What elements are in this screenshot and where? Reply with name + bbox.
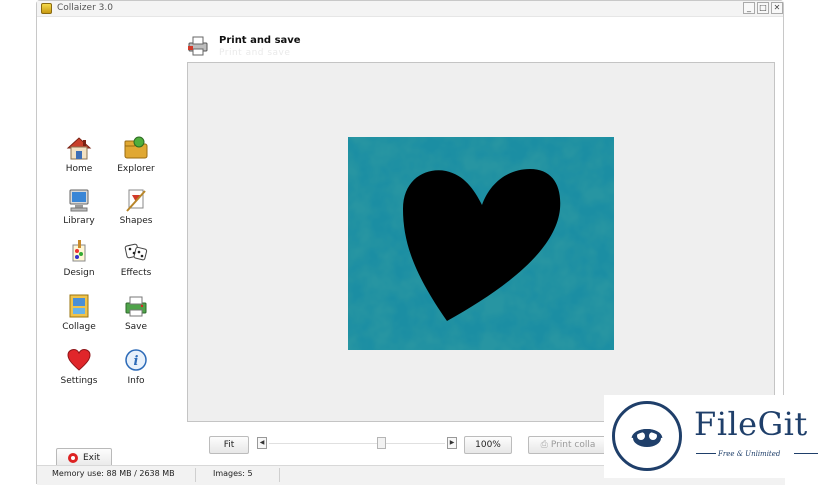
info-icon: i [123,347,149,373]
collage-canvas [187,62,775,422]
print-icon: ⎙ [540,440,548,450]
page-title: Print and save [219,35,301,46]
paint-brush-icon [66,239,92,265]
print-collage-button[interactable]: ⎙ Print colla [528,436,608,454]
print-collage-label: Print colla [550,440,596,450]
sidebar-item-effects[interactable]: Effects [106,239,166,287]
slider-left-arrow[interactable]: ◀ [257,437,267,449]
status-divider [195,468,196,482]
collage-preview[interactable] [348,137,614,350]
sidebar-item-design[interactable]: Design [49,239,109,287]
slider-right-arrow[interactable]: ▶ [447,437,457,449]
page-subtitle: Print and save [219,48,291,58]
sidebar-item-label: Library [63,216,95,226]
window-title: Collaizer 3.0 [57,3,113,13]
exit-icon [67,453,78,463]
minimize-button[interactable]: _ [743,2,755,14]
sidebar-item-explorer[interactable]: Explorer [106,135,166,183]
sidebar-item-label: Settings [60,376,98,386]
sidebar-item-home[interactable]: Home [49,135,109,183]
images-count: Images: 5 [213,469,253,478]
folder-explorer-icon [123,135,149,161]
fit-button[interactable]: Fit [209,436,249,454]
watermark-tagline: Free & Unlimited [718,450,781,458]
svg-text:i: i [134,354,139,369]
sidebar-item-collage[interactable]: Collage [49,293,109,341]
monitor-library-icon [66,187,92,213]
exit-label: Exit [82,453,101,463]
status-divider [279,468,280,482]
sidebar-item-library[interactable]: Library [49,187,109,235]
shapes-icon [123,187,149,213]
slider-track [269,443,445,444]
watermark: FileGit Free & Unlimited [604,395,826,478]
sidebar-item-settings[interactable]: Settings [49,347,109,395]
sidebar-item-label: Collage [62,322,96,332]
sidebar-item-save[interactable]: Save [106,293,166,341]
tagline-rule [696,453,716,454]
sidebar-item-info[interactable]: i Info [106,347,166,395]
zoom-level-button[interactable]: 100% [464,436,512,454]
close-button[interactable]: ✕ [771,2,783,14]
watermark-brand: FileGit [694,405,808,443]
app-logo-icon [41,3,52,14]
page-header: Print and save Print and save [187,31,777,61]
sidebar-item-label: Save [124,322,148,332]
sidebar-item-label: Effects [120,268,152,278]
memory-usage: Memory use: 88 MB / 2638 MB [52,469,175,478]
tagline-rule [794,453,818,454]
collage-icon [66,293,92,319]
house-icon [66,135,92,161]
sidebar-item-shapes[interactable]: Shapes [106,187,166,235]
maximize-button[interactable]: □ [757,2,769,14]
sidebar: Home Explorer Library Shapes Design Effe… [37,17,187,468]
heart-icon [66,347,92,373]
zoom-slider[interactable]: ◀ ▶ [257,437,457,449]
sidebar-item-label: Design [63,268,95,278]
sidebar-item-label: Home [65,164,93,174]
sidebar-item-label: Explorer [117,164,155,174]
printer-icon [187,34,209,56]
title-bar: Collaizer 3.0 _ □ ✕ [37,1,783,17]
save-printer-icon [123,293,149,319]
slider-thumb[interactable] [377,437,386,449]
dice-icon [123,239,149,265]
sidebar-item-label: Info [127,376,145,386]
filegit-logo-icon [612,401,682,471]
sidebar-item-label: Shapes [119,216,153,226]
